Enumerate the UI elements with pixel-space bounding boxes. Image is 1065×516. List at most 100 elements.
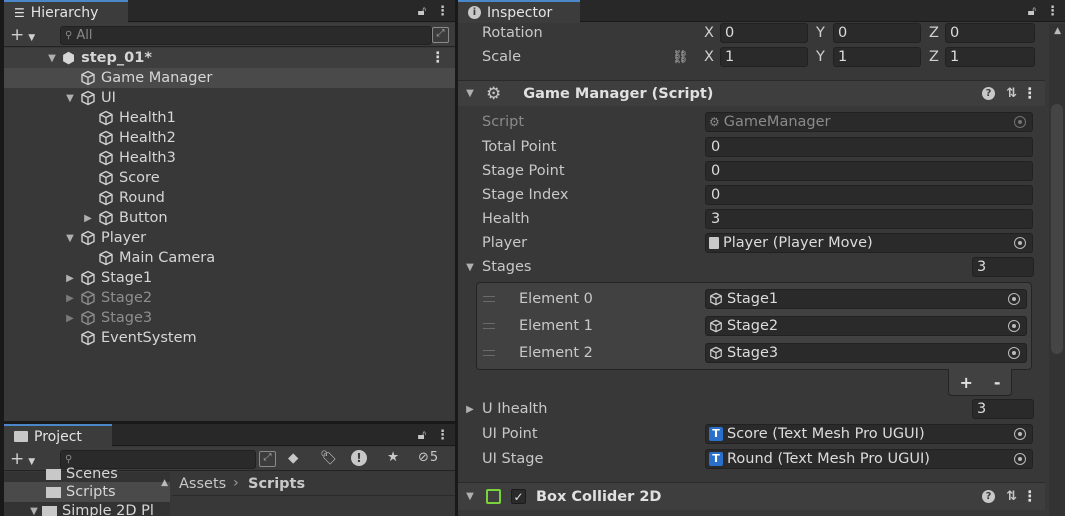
stage-index-field[interactable]: 0 bbox=[705, 185, 1033, 205]
hierarchy-item-game-manager[interactable]: Game Manager bbox=[4, 68, 455, 88]
hierarchy-item-player[interactable]: ▼ Player bbox=[4, 228, 455, 248]
health-field[interactable]: 3 bbox=[705, 209, 1033, 229]
gameobject-cube-icon bbox=[81, 230, 95, 246]
hierarchy-item-health1[interactable]: Health1 bbox=[4, 108, 455, 128]
help-icon[interactable]: ? bbox=[982, 87, 995, 100]
expand-search-icon[interactable]: ⤢ bbox=[259, 451, 276, 467]
scale-z-field[interactable]: 1 bbox=[945, 47, 1035, 67]
add-dropdown-button[interactable]: + ▼ bbox=[10, 25, 35, 45]
kebab-menu-icon[interactable]: ⋮ bbox=[1023, 489, 1038, 505]
expand-arrow-icon[interactable]: ▶ bbox=[64, 293, 76, 304]
remove-element-button[interactable]: - bbox=[994, 373, 1001, 392]
player-field[interactable]: Player (Player Move) bbox=[705, 233, 1033, 253]
expand-arrow-icon[interactable]: ▶ bbox=[64, 313, 76, 324]
hierarchy-item-ui[interactable]: ▼ UI bbox=[4, 88, 455, 108]
hierarchy-item-health2[interactable]: Health2 bbox=[4, 128, 455, 148]
expand-arrow-icon[interactable]: ▶ bbox=[464, 404, 476, 415]
folder-item-scripts[interactable]: Scripts bbox=[4, 482, 170, 502]
collapse-arrow-icon[interactable]: ▼ bbox=[28, 506, 40, 516]
help-icon[interactable]: ? bbox=[982, 490, 995, 503]
stages-size-field[interactable]: 3 bbox=[972, 257, 1034, 277]
expand-search-icon[interactable]: ⤢ bbox=[432, 27, 449, 43]
kebab-menu-icon[interactable]: ⋮ bbox=[431, 50, 446, 66]
lock-icon[interactable]: 🔓︎ bbox=[418, 428, 426, 443]
drag-handle-icon[interactable] bbox=[483, 296, 495, 302]
hierarchy-item-round[interactable]: Round bbox=[4, 188, 455, 208]
tab-inspector[interactable]: i Inspector bbox=[458, 0, 580, 23]
warning-filter-icon[interactable]: ! bbox=[351, 450, 367, 466]
tab-hierarchy[interactable]: ☰ Hierarchy bbox=[4, 0, 128, 23]
hierarchy-item-main-camera[interactable]: Main Camera bbox=[4, 248, 455, 268]
expand-arrow-icon[interactable]: ▶ bbox=[64, 273, 76, 284]
scene-row[interactable]: ▼ ⬢ step_01* ⋮ bbox=[4, 48, 455, 68]
collapse-arrow-icon[interactable]: ▼ bbox=[464, 262, 476, 273]
stage-index-row: Stage Index 0 bbox=[458, 184, 1065, 206]
element-2-field[interactable]: Stage3 bbox=[705, 343, 1027, 363]
object-picker-icon[interactable] bbox=[1014, 428, 1026, 440]
list-item[interactable]: Element 1 Stage2 bbox=[477, 315, 1031, 337]
component-header-box-collider[interactable]: ▼ ✓ Box Collider 2D ? ⇅ ⋮ bbox=[458, 482, 1045, 510]
object-picker-icon[interactable] bbox=[1014, 237, 1026, 249]
hierarchy-item-score[interactable]: Score bbox=[4, 168, 455, 188]
lock-icon[interactable]: 🔓︎ bbox=[1028, 4, 1036, 19]
uihealth-row[interactable]: ▶ U Ihealth 3 bbox=[458, 398, 1065, 420]
total-point-row: Total Point 0 bbox=[458, 136, 1065, 158]
hierarchy-item-eventsystem[interactable]: EventSystem bbox=[4, 328, 455, 348]
scale-x-field[interactable]: 1 bbox=[720, 47, 808, 67]
collapse-arrow-icon[interactable]: ▼ bbox=[64, 233, 76, 244]
component-header-game-manager[interactable]: ▼ ⚙ Game Manager (Script) ? ⇅ ⋮ bbox=[458, 80, 1045, 106]
list-item[interactable]: Element 0 Stage1 bbox=[477, 288, 1031, 310]
folder-item-simple-2d[interactable]: ▼ Simple 2D Pl bbox=[4, 501, 170, 516]
object-picker-icon[interactable] bbox=[1008, 320, 1020, 332]
object-picker-icon[interactable] bbox=[1014, 453, 1026, 465]
rotation-y-field[interactable]: 0 bbox=[833, 23, 921, 43]
filter-by-label-icon[interactable]: 🏷︎ bbox=[320, 450, 337, 466]
hierarchy-search-input[interactable]: ⚲ All bbox=[60, 26, 432, 45]
preset-sliders-icon[interactable]: ⇅ bbox=[1006, 489, 1017, 504]
preset-sliders-icon[interactable]: ⇅ bbox=[1006, 86, 1017, 101]
hierarchy-item-health3[interactable]: Health3 bbox=[4, 148, 455, 168]
hidden-packages-icon[interactable]: ⊘5 bbox=[418, 450, 438, 465]
kebab-menu-icon[interactable]: ⋮ bbox=[436, 428, 449, 443]
constrain-proportions-icon[interactable]: ⛓ bbox=[672, 50, 689, 65]
list-item[interactable]: Element 2 Stage3 bbox=[477, 342, 1031, 364]
add-element-button[interactable]: + bbox=[959, 373, 972, 392]
collapse-arrow-icon[interactable]: ▼ bbox=[464, 491, 476, 502]
component-enabled-checkbox[interactable]: ✓ bbox=[511, 489, 526, 504]
hierarchy-item-stage2[interactable]: ▶ Stage2 bbox=[4, 288, 455, 308]
favorites-star-icon[interactable]: ★ bbox=[387, 449, 399, 465]
kebab-menu-icon[interactable]: ⋮ bbox=[1046, 4, 1059, 19]
hierarchy-item-stage3[interactable]: ▶ Stage3 bbox=[4, 308, 455, 328]
kebab-menu-icon[interactable]: ⋮ bbox=[436, 4, 449, 19]
ui-stage-field[interactable]: T Round (Text Mesh Pro UGUI) bbox=[705, 449, 1033, 469]
inspector-tab-controls: 🔓︎ ⋮ bbox=[1028, 0, 1059, 22]
breadcrumb-assets[interactable]: Assets bbox=[179, 476, 226, 492]
breadcrumb-scripts[interactable]: Scripts bbox=[248, 476, 305, 492]
hierarchy-item-stage1[interactable]: ▶ Stage1 bbox=[4, 268, 455, 288]
drag-handle-icon[interactable] bbox=[483, 350, 495, 356]
rotation-z-field[interactable]: 0 bbox=[945, 23, 1035, 43]
stage-point-field[interactable]: 0 bbox=[705, 161, 1033, 181]
object-picker-icon[interactable] bbox=[1008, 347, 1020, 359]
rotation-x-field[interactable]: 0 bbox=[720, 23, 808, 43]
lock-icon[interactable]: 🔓︎ bbox=[418, 4, 426, 19]
total-point-field[interactable]: 0 bbox=[705, 137, 1033, 157]
folder-item-scenes[interactable]: Scenes bbox=[4, 464, 170, 484]
stages-row[interactable]: ▼ Stages 3 bbox=[458, 256, 1065, 278]
object-picker-icon[interactable] bbox=[1008, 293, 1020, 305]
drag-handle-icon[interactable] bbox=[483, 323, 495, 329]
hierarchy-item-button[interactable]: ▶ Button bbox=[4, 208, 455, 228]
kebab-menu-icon[interactable]: ⋮ bbox=[1023, 86, 1038, 102]
collapse-arrow-icon[interactable]: ▼ bbox=[464, 88, 476, 99]
element-0-field[interactable]: Stage1 bbox=[705, 289, 1027, 309]
uihealth-size-field[interactable]: 3 bbox=[972, 399, 1034, 419]
collapse-arrow-icon[interactable]: ▼ bbox=[64, 93, 76, 104]
ui-point-field[interactable]: T Score (Text Mesh Pro UGUI) bbox=[705, 424, 1033, 444]
expand-arrow-icon[interactable]: ▶ bbox=[82, 213, 94, 224]
tab-project[interactable]: Project bbox=[4, 424, 112, 447]
collapse-arrow-icon[interactable]: ▼ bbox=[46, 53, 58, 64]
element-1-field[interactable]: Stage2 bbox=[705, 316, 1027, 336]
scroll-up-arrow-icon[interactable]: ▲ bbox=[161, 478, 168, 488]
filter-by-type-icon[interactable]: ◆ bbox=[288, 450, 298, 466]
scale-y-field[interactable]: 1 bbox=[833, 47, 921, 67]
